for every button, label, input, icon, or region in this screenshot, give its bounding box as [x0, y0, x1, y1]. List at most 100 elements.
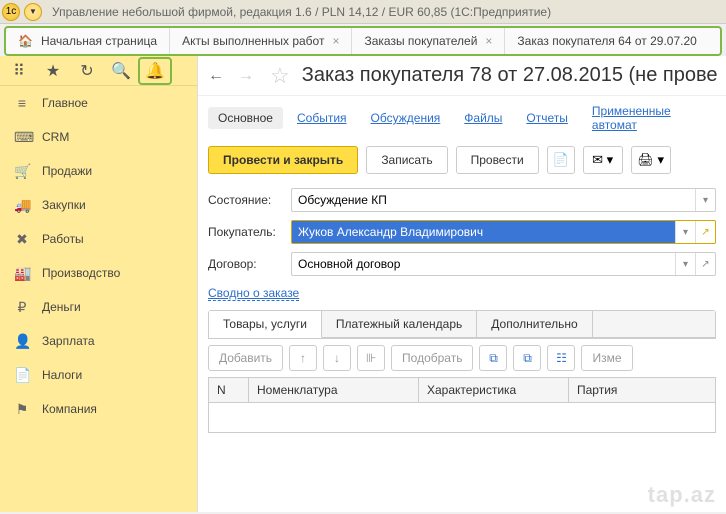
- doc-tab-discussions[interactable]: Обсуждения: [361, 107, 451, 129]
- pick-button[interactable]: Подобрать: [391, 345, 473, 371]
- document-icon: 📄: [14, 367, 30, 384]
- nav-label: Продажи: [42, 164, 92, 178]
- nav-purchases[interactable]: 🚚Закупки: [0, 188, 197, 222]
- col-nomenclature[interactable]: Номенклатура: [249, 378, 419, 402]
- action-bar: Провести и закрыть Записать Провести 📄 ✉…: [198, 142, 726, 184]
- grid-toolbar: Добавить ↑ ↓ ⊪ Подобрать ⧉ ⧉ ☷ Изме: [198, 339, 726, 377]
- col-characteristic[interactable]: Характеристика: [419, 378, 569, 402]
- favorite-star-icon[interactable]: ☆: [270, 63, 290, 89]
- doc-tab-main[interactable]: Основное: [208, 107, 283, 129]
- nav-salary[interactable]: 👤 Зарплата: [0, 324, 197, 358]
- nav-label: Производство: [42, 266, 120, 280]
- doc-tab-files[interactable]: Файлы: [454, 107, 512, 129]
- nav-label: Зарплата: [42, 334, 95, 348]
- open-icon[interactable]: ↗: [695, 221, 715, 243]
- buyer-label: Покупатель:: [208, 225, 283, 239]
- doc-tab-events[interactable]: События: [287, 107, 357, 129]
- dropdown-icon[interactable]: ▾: [675, 253, 695, 275]
- person-icon: 👤: [14, 333, 30, 350]
- watermark: tap.az: [648, 482, 716, 508]
- print-icon[interactable]: 🖨 ▾: [631, 146, 671, 174]
- search-icon[interactable]: 🔍: [104, 57, 138, 85]
- window-title: Управление небольшой фирмой, редакция 1.…: [52, 5, 551, 19]
- paste-icon[interactable]: ⧉: [513, 345, 541, 371]
- copy-icon[interactable]: ⧉: [479, 345, 507, 371]
- state-input[interactable]: [292, 189, 695, 211]
- nav-label: Деньги: [42, 300, 81, 314]
- back-arrow-icon[interactable]: ←: [204, 64, 228, 88]
- nav-label: Работы: [42, 232, 84, 246]
- structure-icon[interactable]: 📄: [547, 146, 575, 174]
- contract-field[interactable]: ▾ ↗: [291, 252, 716, 276]
- move-up-icon[interactable]: ↑: [289, 345, 317, 371]
- close-icon[interactable]: ×: [332, 34, 339, 48]
- settings-icon[interactable]: ☷: [547, 345, 575, 371]
- close-icon[interactable]: ×: [485, 34, 492, 48]
- tab-orders[interactable]: Заказы покупателей ×: [352, 28, 505, 54]
- nav-company[interactable]: ⚑ Компания: [0, 392, 197, 426]
- edit-button[interactable]: Изме: [581, 345, 632, 371]
- tab-home[interactable]: 🏠 Начальная страница: [6, 28, 170, 54]
- apps-icon[interactable]: ⠿: [2, 57, 36, 85]
- state-field[interactable]: ▾: [291, 188, 716, 212]
- star-icon[interactable]: ★: [36, 57, 70, 85]
- doc-tab-reports[interactable]: Отчеты: [516, 107, 577, 129]
- title-bar: 1c ▼ Управление небольшой фирмой, редакц…: [0, 0, 726, 24]
- history-icon[interactable]: ↻: [70, 57, 104, 85]
- summary-link[interactable]: Сводно о заказе: [208, 286, 299, 301]
- crm-icon: ⌨: [14, 129, 30, 146]
- inner-tab-additional[interactable]: Дополнительно: [477, 311, 592, 337]
- home-icon: 🏠: [18, 34, 33, 48]
- ruble-icon: ₽: [14, 299, 30, 316]
- col-batch[interactable]: Партия: [569, 378, 715, 402]
- doc-tab-automations[interactable]: Примененные автомат: [582, 100, 716, 136]
- app-icon[interactable]: 1c: [2, 3, 20, 21]
- nav-label: Компания: [42, 402, 97, 416]
- forward-arrow-icon[interactable]: →: [234, 64, 258, 88]
- post-and-close-button[interactable]: Провести и закрыть: [208, 146, 358, 174]
- contract-row: Договор: ▾ ↗: [198, 248, 726, 280]
- col-n[interactable]: N: [209, 378, 249, 402]
- nav-money[interactable]: ₽ Деньги: [0, 290, 197, 324]
- inner-tab-payments[interactable]: Платежный календарь: [322, 311, 477, 337]
- add-button[interactable]: Добавить: [208, 345, 283, 371]
- buyer-field[interactable]: ▾ ↗: [291, 220, 716, 244]
- document-tabs: Основное События Обсуждения Файлы Отчеты…: [198, 96, 726, 142]
- menu-icon: ≡: [14, 95, 30, 111]
- inner-tabs-container: Товары, услуги Платежный календарь Допол…: [208, 310, 716, 339]
- tab-acts[interactable]: Акты выполненных работ ×: [170, 28, 352, 54]
- tab-label: Заказы покупателей: [364, 34, 477, 48]
- bell-icon[interactable]: 🔔: [138, 57, 172, 85]
- state-label: Состояние:: [208, 193, 283, 207]
- nav-label: CRM: [42, 130, 69, 144]
- flag-icon: ⚑: [14, 401, 30, 418]
- inner-tab-goods[interactable]: Товары, услуги: [209, 311, 322, 338]
- nav-works[interactable]: ✖Работы: [0, 222, 197, 256]
- factory-icon: 🏭: [14, 265, 30, 282]
- nav-main[interactable]: ≡Главное: [0, 86, 197, 120]
- dropdown-icon[interactable]: ▾: [675, 221, 695, 243]
- email-icon[interactable]: ✉ ▾: [583, 146, 623, 174]
- nav-sales[interactable]: 🛒Продажи: [0, 154, 197, 188]
- move-down-icon[interactable]: ↓: [323, 345, 351, 371]
- contract-input[interactable]: [292, 253, 675, 275]
- nav-production[interactable]: 🏭 Производство: [0, 256, 197, 290]
- save-button[interactable]: Записать: [366, 146, 447, 174]
- tab-overflow[interactable]: Заказ покупателя 64 от 29.07.20: [505, 28, 708, 54]
- nav-crm[interactable]: ⌨ CRM: [0, 120, 197, 154]
- nav-taxes[interactable]: 📄Налоги: [0, 358, 197, 392]
- app-dropdown-icon[interactable]: ▼: [24, 3, 42, 21]
- grid-body[interactable]: [208, 403, 716, 433]
- tab-label: Начальная страница: [41, 34, 157, 48]
- dropdown-icon[interactable]: ▾: [695, 189, 715, 211]
- contract-label: Договор:: [208, 257, 283, 271]
- document-title: Заказ покупателя 78 от 27.08.2015 (не пр…: [302, 64, 718, 87]
- truck-icon: 🚚: [14, 197, 30, 214]
- state-row: Состояние: ▾: [198, 184, 726, 216]
- buyer-input[interactable]: [292, 221, 675, 243]
- inner-tabs: Товары, услуги Платежный календарь Допол…: [209, 311, 715, 338]
- open-icon[interactable]: ↗: [695, 253, 715, 275]
- post-button[interactable]: Провести: [456, 146, 539, 174]
- grid-header: N Номенклатура Характеристика Партия: [208, 377, 716, 403]
- barcode-icon[interactable]: ⊪: [357, 345, 385, 371]
